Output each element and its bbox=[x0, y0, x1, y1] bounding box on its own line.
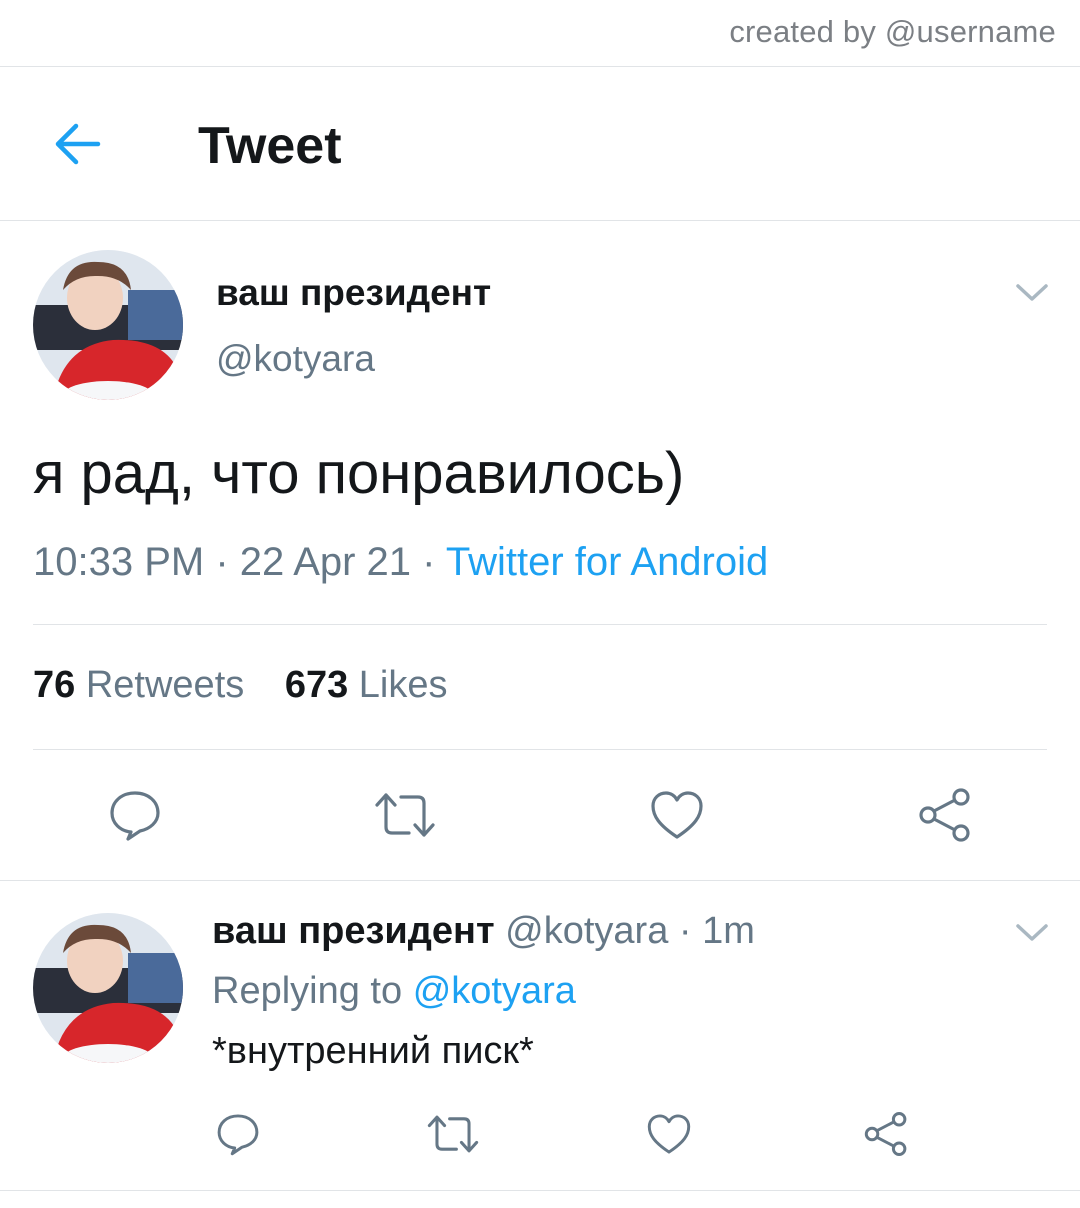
retweets-label: Retweets bbox=[85, 664, 245, 706]
like-button[interactable] bbox=[646, 784, 708, 846]
back-arrow-icon bbox=[55, 123, 101, 165]
tweet-source-link[interactable]: Twitter for Android bbox=[446, 540, 768, 584]
retweet-icon bbox=[375, 793, 435, 837]
avatar[interactable] bbox=[33, 913, 183, 1063]
share-icon bbox=[864, 1111, 907, 1157]
like-icon bbox=[651, 791, 703, 839]
divider bbox=[0, 220, 1080, 221]
retweet-icon bbox=[427, 1115, 479, 1153]
page-title: Tweet bbox=[198, 117, 342, 175]
divider bbox=[33, 624, 1047, 625]
tweet-text: я рад, что понравилось) bbox=[33, 441, 685, 506]
divider bbox=[0, 66, 1080, 67]
chevron-down-icon bbox=[1016, 924, 1048, 941]
divider bbox=[0, 880, 1080, 881]
user-handle[interactable]: @kotyara bbox=[505, 910, 668, 952]
tweet-stats: 76 Retweets 673 Likes bbox=[33, 664, 478, 707]
divider bbox=[0, 1190, 1080, 1191]
replying-to-link[interactable]: @kotyara bbox=[413, 970, 576, 1012]
meta-separator: · bbox=[422, 540, 436, 584]
reply-icon bbox=[217, 1114, 259, 1156]
likes-stat[interactable]: 673 Likes bbox=[285, 664, 448, 706]
like-button[interactable] bbox=[643, 1108, 695, 1160]
back-button[interactable] bbox=[46, 116, 108, 172]
display-name[interactable]: ваш президент bbox=[212, 910, 495, 952]
tweet-time-ago: 1m bbox=[702, 910, 755, 952]
reply-button[interactable] bbox=[104, 784, 166, 846]
share-icon bbox=[919, 788, 970, 842]
share-button[interactable] bbox=[860, 1108, 912, 1160]
tweet-meta: 10:33 PM · 22 Apr 21 · Twitter for Andro… bbox=[33, 540, 768, 585]
tweet-options-button[interactable] bbox=[1010, 278, 1054, 308]
reply-button[interactable] bbox=[212, 1108, 264, 1160]
replying-to: Replying to @kotyara bbox=[212, 970, 576, 1013]
display-name[interactable]: ваш президент bbox=[216, 272, 491, 314]
creator-watermark: created by @username bbox=[729, 14, 1056, 49]
likes-label: Likes bbox=[358, 664, 448, 706]
user-handle[interactable]: @kotyara bbox=[216, 338, 375, 380]
tweet-date: 22 Apr 21 bbox=[239, 540, 412, 584]
meta-separator: · bbox=[678, 910, 692, 952]
avatar[interactable] bbox=[33, 250, 183, 400]
avatar-image bbox=[33, 913, 183, 1063]
replying-prefix: Replying to bbox=[212, 970, 403, 1012]
like-icon bbox=[647, 1114, 691, 1154]
avatar-image bbox=[33, 250, 183, 400]
reply-icon bbox=[110, 791, 160, 841]
tweet-text: *внутренний писк* bbox=[212, 1030, 534, 1072]
divider bbox=[33, 749, 1047, 750]
retweet-button[interactable] bbox=[372, 784, 438, 846]
likes-count: 673 bbox=[284, 664, 349, 706]
top-bar: Tweet bbox=[0, 68, 1080, 220]
tweet-time: 10:33 PM bbox=[33, 540, 205, 584]
share-button[interactable] bbox=[914, 784, 976, 846]
meta-separator: · bbox=[215, 540, 229, 584]
retweets-stat[interactable]: 76 Retweets bbox=[33, 664, 255, 706]
tweet-options-button[interactable] bbox=[1010, 918, 1054, 948]
retweet-button[interactable] bbox=[424, 1108, 482, 1160]
reply-header: ваш президент @kotyara · 1m bbox=[212, 910, 755, 953]
chevron-down-icon bbox=[1016, 284, 1048, 301]
retweets-count: 76 bbox=[33, 664, 76, 706]
